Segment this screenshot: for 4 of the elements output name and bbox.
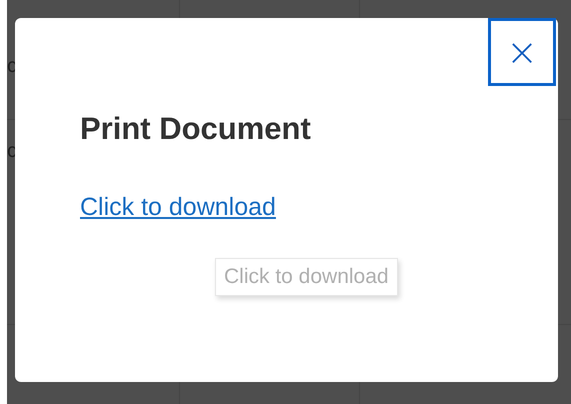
download-link[interactable]: Click to download — [80, 193, 276, 222]
tooltip: Click to download — [215, 258, 398, 296]
dialog-title: Print Document — [80, 111, 311, 147]
close-button[interactable]: × — [488, 18, 556, 86]
